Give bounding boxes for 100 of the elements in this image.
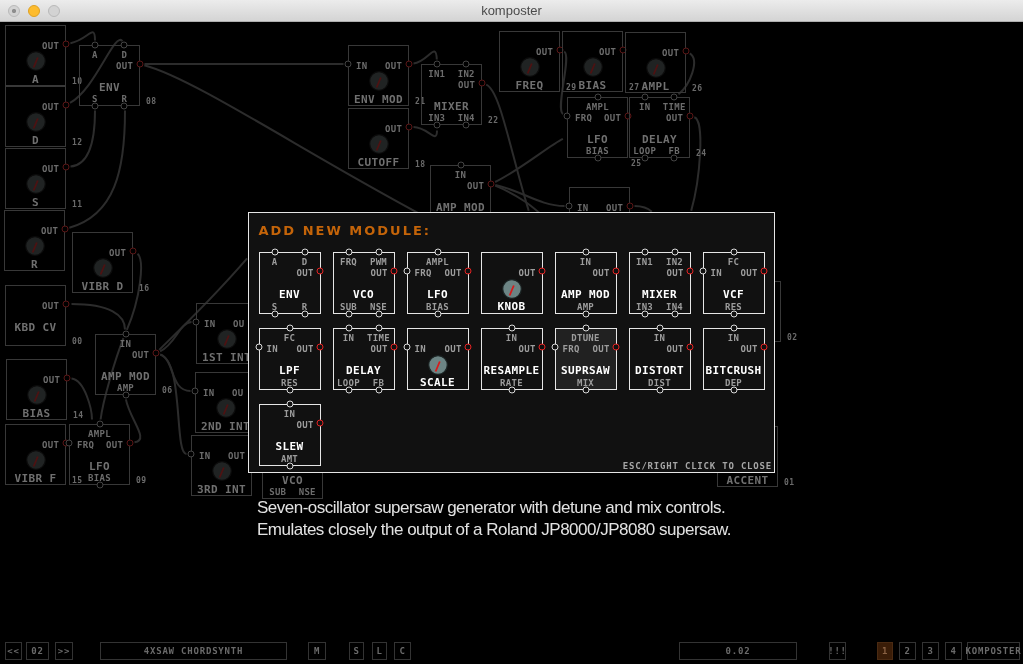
port-label: AMPL [426,257,449,267]
close-hint: ESC/RIGHT CLICK TO CLOSE [622,461,772,471]
port-label: IN3 [635,302,654,312]
port-label: IN [199,452,211,460]
module-option[interactable]: AMPL FRQ OUT LFO BIAS [406,252,469,314]
port-label: RES [280,378,299,388]
port-label: OUT [42,42,60,50]
input-port-icon [565,202,573,209]
knob-icon [501,279,522,299]
port-label: IN [653,333,666,343]
port-label: AMPL [88,430,111,438]
output-port-icon [62,101,70,108]
port-label: IN4 [457,114,475,122]
port-label: OUT [370,344,388,354]
port-label: S [91,95,98,103]
knob-icon [25,450,46,470]
module-number: 12 [72,139,83,147]
port-label: IN [454,171,467,179]
nav-button[interactable]: 02 [26,642,49,660]
output-port-icon [624,112,632,119]
output-port-icon [126,439,134,446]
minimize-icon[interactable] [28,4,40,17]
output-port-icon [626,202,634,209]
port-label: OUT [41,227,59,235]
song-name-field[interactable]: 4XSAW CHORDSYNTH [100,642,287,660]
output-port-icon [556,46,564,53]
module-option[interactable]: A D OUT ENV S R [258,252,321,314]
module-option[interactable]: IN1 IN2 OUT MIXER IN3 IN4 [628,252,691,314]
input-port-icon [403,343,411,350]
output-port-icon [487,180,495,187]
input-port-icon [656,386,663,394]
port-label: IN [356,62,368,70]
module-name: SLEW [275,441,304,453]
input-port-icon [582,248,589,256]
module-option[interactable]: IN TIME OUT DELAY LOOP FB [332,328,395,390]
module-name: DELAY [345,365,382,377]
toggle-button[interactable]: M [308,642,326,660]
port-label: IN [203,389,215,397]
output-port-icon [464,267,472,274]
module-option[interactable]: IN OUT SLEW AMT [258,404,321,466]
alert-button[interactable]: !!! [829,642,846,660]
port-label: OUT [42,302,60,310]
port-label: IN [283,409,296,419]
module-name: BIAS [578,80,607,90]
port-label: OUT [385,62,403,70]
knob-icon [211,461,232,481]
module-name: ENV [98,82,121,92]
output-port-icon [62,163,70,170]
output-port-icon [405,123,413,130]
nav-button[interactable]: >> [55,642,73,660]
module-number: 02 [787,334,798,342]
port-label: OUT [662,49,680,57]
toggle-button[interactable]: L [372,642,387,660]
output-port-icon [390,267,398,274]
module-name: AMP MOD [560,289,611,301]
module-name: RESAMPLE [483,365,540,377]
module-option[interactable]: IN OUT RESAMPLE RATE [480,328,543,390]
module-name: DELAY [641,134,678,144]
module-option[interactable]: FRQ PWM OUT VCO SUB NSE [332,252,395,314]
port-label: R [121,95,128,103]
module-option[interactable]: DTUNE FRQ OUT SUPRSAW MIX [554,328,617,390]
module-number: 06 [162,387,173,395]
module-name: SUPRSAW [560,365,611,377]
zoom-icon[interactable] [48,4,60,17]
port-label: OUT [518,268,536,278]
module-option[interactable]: IN OUT DISTORT DIST [628,328,691,390]
page-button[interactable]: 4 [945,642,962,660]
port-label: FRQ [562,344,580,354]
knob-icon [368,71,389,91]
module-number: 22 [488,117,499,125]
module-option[interactable]: IN OUT SCALE [406,328,469,390]
page-button[interactable]: 2 [899,642,916,660]
port-label: FRQ [414,268,432,278]
output-port-icon [62,40,70,47]
output-port-icon [390,343,398,350]
input-port-icon [122,391,129,399]
nav-button[interactable]: << [5,642,22,660]
port-label: OUT [518,344,536,354]
port-label: OUT [296,420,314,430]
module-option[interactable]: IN OUT AMP MOD AMP [554,252,617,314]
module-option[interactable]: IN OUT BITCRUSH DEP [702,328,765,390]
port-label: IN [414,344,426,354]
module-name: D [32,135,39,145]
module-option[interactable]: FC IN OUT VCF RES [702,252,765,314]
port-label: IN [577,204,589,212]
port-label: OUT [385,125,403,133]
input-port-icon [286,462,293,470]
close-icon[interactable] [8,4,20,17]
toggle-button[interactable]: C [394,642,411,660]
module-option[interactable]: OUT KNOB [480,252,543,314]
port-label: RES [724,302,743,312]
app-name-button[interactable]: KOMPOSTER [967,642,1020,660]
port-label: OUT [228,452,246,460]
page-button[interactable]: 3 [922,642,939,660]
port-label: OU [232,389,244,397]
toggle-button[interactable]: S [349,642,364,660]
module-option[interactable]: FC IN OUT LPF RES [258,328,321,390]
output-port-icon [63,374,71,381]
port-label: FB [668,147,680,155]
port-label: AMP [576,302,595,312]
